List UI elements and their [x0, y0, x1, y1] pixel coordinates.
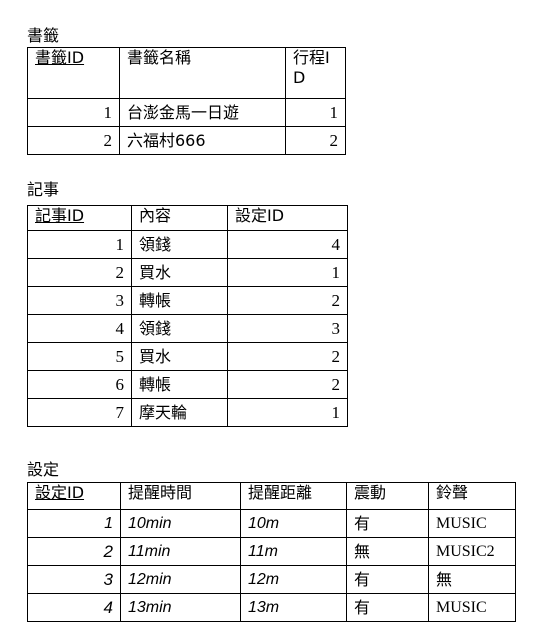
table-cell: 轉帳: [131, 286, 228, 315]
table-cell: 12min: [120, 565, 241, 594]
column-header: 震動: [346, 482, 429, 510]
column-header: 設定ID: [27, 482, 121, 510]
table-cell: 六福村666: [119, 126, 286, 155]
table-cell: 有: [346, 565, 429, 594]
column-header: 提醒時間: [120, 482, 241, 510]
column-header: 提醒距離: [240, 482, 347, 510]
table-cell: 6: [27, 370, 132, 399]
table-cell: 領錢: [131, 230, 228, 259]
table-cell: 3: [227, 314, 348, 343]
table-row: 4 13min 13m 有 MUSIC: [27, 593, 516, 622]
table-cell: 11min: [120, 537, 241, 566]
table-cell: 2: [27, 126, 120, 155]
column-header: 記事ID: [27, 205, 132, 231]
table-cell: 買水: [131, 258, 228, 287]
table-cell: 2: [285, 126, 346, 155]
table-cell: 2: [227, 286, 348, 315]
notes-table: 記事ID 內容 設定ID 1 領錢 4 2 買水 1 3 轉帳 2 4 領錢 3…: [27, 205, 348, 427]
table-cell: 買水: [131, 342, 228, 371]
table-row: 3 轉帳 2: [27, 286, 348, 315]
table-row: 1 領錢 4: [27, 230, 348, 259]
table-cell: 台澎金馬一日遊: [119, 98, 286, 127]
table-cell: 2: [27, 258, 132, 287]
table-cell: 11m: [240, 537, 347, 566]
table-header-row: 書籤ID 書籤名稱 行程ID: [27, 47, 346, 99]
settings-title: 設定: [27, 460, 60, 479]
table-row: 3 12min 12m 有 無: [27, 565, 516, 594]
bookmarks-title: 書籤: [27, 26, 60, 45]
table-cell: 13m: [240, 593, 347, 622]
table-cell: MUSIC: [428, 593, 516, 622]
table-cell: MUSIC2: [428, 537, 516, 566]
table-cell: 無: [428, 565, 516, 594]
table-cell: 有: [346, 593, 429, 622]
table-row: 2 買水 1: [27, 258, 348, 287]
table-cell: 1: [227, 258, 348, 287]
table-cell: 13min: [120, 593, 241, 622]
table-cell: 12m: [240, 565, 347, 594]
table-cell: 2: [227, 370, 348, 399]
table-cell: 7: [27, 398, 132, 427]
table-row: 4 領錢 3: [27, 314, 348, 343]
table-cell: 4: [27, 593, 121, 622]
table-row: 2 六福村666 2: [27, 126, 346, 155]
table-header-row: 設定ID 提醒時間 提醒距離 震動 鈴聲: [27, 482, 516, 510]
table-cell: 2: [227, 342, 348, 371]
table-row: 2 11min 11m 無 MUSIC2: [27, 537, 516, 566]
settings-table: 設定ID 提醒時間 提醒距離 震動 鈴聲 1 10min 10m 有 MUSIC…: [27, 482, 516, 622]
table-cell: 10m: [240, 509, 347, 538]
table-cell: 10min: [120, 509, 241, 538]
table-cell: 有: [346, 509, 429, 538]
table-cell: 摩天輪: [131, 398, 228, 427]
table-cell: 無: [346, 537, 429, 566]
column-header: 書籤ID: [27, 47, 120, 99]
table-cell: 2: [27, 537, 121, 566]
column-header: 內容: [131, 205, 228, 231]
table-cell: 1: [27, 230, 132, 259]
table-row: 5 買水 2: [27, 342, 348, 371]
table-cell: 轉帳: [131, 370, 228, 399]
table-cell: 1: [27, 509, 121, 538]
table-cell: 3: [27, 286, 132, 315]
column-header: 設定ID: [227, 205, 348, 231]
table-cell: 1: [285, 98, 346, 127]
table-cell: MUSIC: [428, 509, 516, 538]
table-header-row: 記事ID 內容 設定ID: [27, 205, 348, 231]
column-header: 書籤名稱: [119, 47, 286, 99]
table-cell: 1: [227, 398, 348, 427]
table-row: 1 台澎金馬一日遊 1: [27, 98, 346, 127]
column-header: 鈴聲: [428, 482, 516, 510]
notes-title: 記事: [27, 180, 60, 199]
table-cell: 領錢: [131, 314, 228, 343]
table-cell: 3: [27, 565, 121, 594]
bookmarks-table: 書籤ID 書籤名稱 行程ID 1 台澎金馬一日遊 1 2 六福村666 2: [27, 47, 346, 155]
table-cell: 4: [27, 314, 132, 343]
column-header: 行程ID: [285, 47, 346, 99]
table-cell: 5: [27, 342, 132, 371]
table-row: 1 10min 10m 有 MUSIC: [27, 509, 516, 538]
table-row: 7 摩天輪 1: [27, 398, 348, 427]
table-cell: 4: [227, 230, 348, 259]
table-row: 6 轉帳 2: [27, 370, 348, 399]
table-cell: 1: [27, 98, 120, 127]
